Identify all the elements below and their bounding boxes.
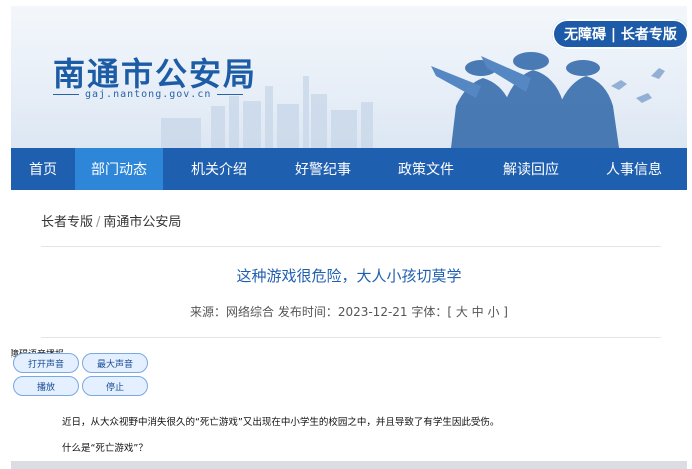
article-meta: 来源：网络综合 发布时间：2023-12-21 字体：[ 大 中 小 ] [190, 305, 508, 319]
page-frame: 南通市公安局 gaj.nantong.gov.cn 无障碍 | 长者专版 首页 … [11, 6, 687, 469]
nav-item-label: 政策文件 [398, 162, 454, 178]
tts-stop-button[interactable]: 停止 [82, 376, 148, 396]
article-paragraph: 近日，从大众视野中消失很久的“死亡游戏”又出现在中小学生的校园之中，并且导致了有… [62, 417, 500, 428]
breadcrumb-bureau[interactable]: 南通市公安局 [103, 215, 181, 230]
breadcrumb: 长者专版 / 南通市公安局 [41, 211, 181, 230]
nav-item-label: 解读回应 [503, 162, 559, 178]
nav-item-dept-news[interactable]: 部门动态 [75, 148, 163, 190]
bottom-toolbar-strip [11, 461, 687, 469]
breadcrumb-separator: / [96, 215, 101, 230]
nav-item-label: 人事信息 [606, 162, 662, 178]
accessibility-button-label: 无障碍 | 长者专版 [564, 27, 677, 43]
main-nav: 首页 部门动态 机关介绍 好警纪事 政策文件 解读回应 人事信息 [11, 148, 687, 190]
nav-item-label: 部门动态 [91, 162, 147, 178]
divider [41, 246, 661, 247]
article-paragraph: 什么是“死亡游戏”？ [62, 443, 148, 454]
nav-item-intro[interactable]: 机关介绍 [163, 148, 275, 190]
article-title: 这种游戏很危险，大人小孩切莫学 [236, 267, 462, 285]
tts-max-sound-button[interactable]: 最大声音 [82, 353, 148, 373]
nav-item-personnel[interactable]: 人事信息 [581, 148, 687, 190]
url-line-left [53, 94, 79, 95]
site-url: gaj.nantong.gov.cn [53, 89, 244, 100]
tts-play-button[interactable]: 播放 [13, 376, 79, 396]
nav-item-label: 机关介绍 [191, 162, 247, 178]
nav-item-good-police[interactable]: 好警纪事 [275, 148, 371, 190]
site-header: 南通市公安局 gaj.nantong.gov.cn 无障碍 | 长者专版 [11, 6, 687, 148]
site-url-text: gaj.nantong.gov.cn [85, 89, 212, 100]
url-line-right [217, 94, 244, 95]
nav-item-policy[interactable]: 政策文件 [371, 148, 481, 190]
nav-item-label: 好警纪事 [295, 162, 351, 178]
nav-item-interpret[interactable]: 解读回应 [481, 148, 581, 190]
divider [41, 337, 661, 338]
accessibility-elder-button[interactable]: 无障碍 | 长者专版 [552, 19, 687, 49]
nav-item-label: 首页 [29, 162, 57, 178]
nav-item-home[interactable]: 首页 [11, 148, 75, 190]
breadcrumb-elder[interactable]: 长者专版 [41, 215, 93, 230]
tts-open-sound-button[interactable]: 打开声音 [13, 353, 79, 373]
